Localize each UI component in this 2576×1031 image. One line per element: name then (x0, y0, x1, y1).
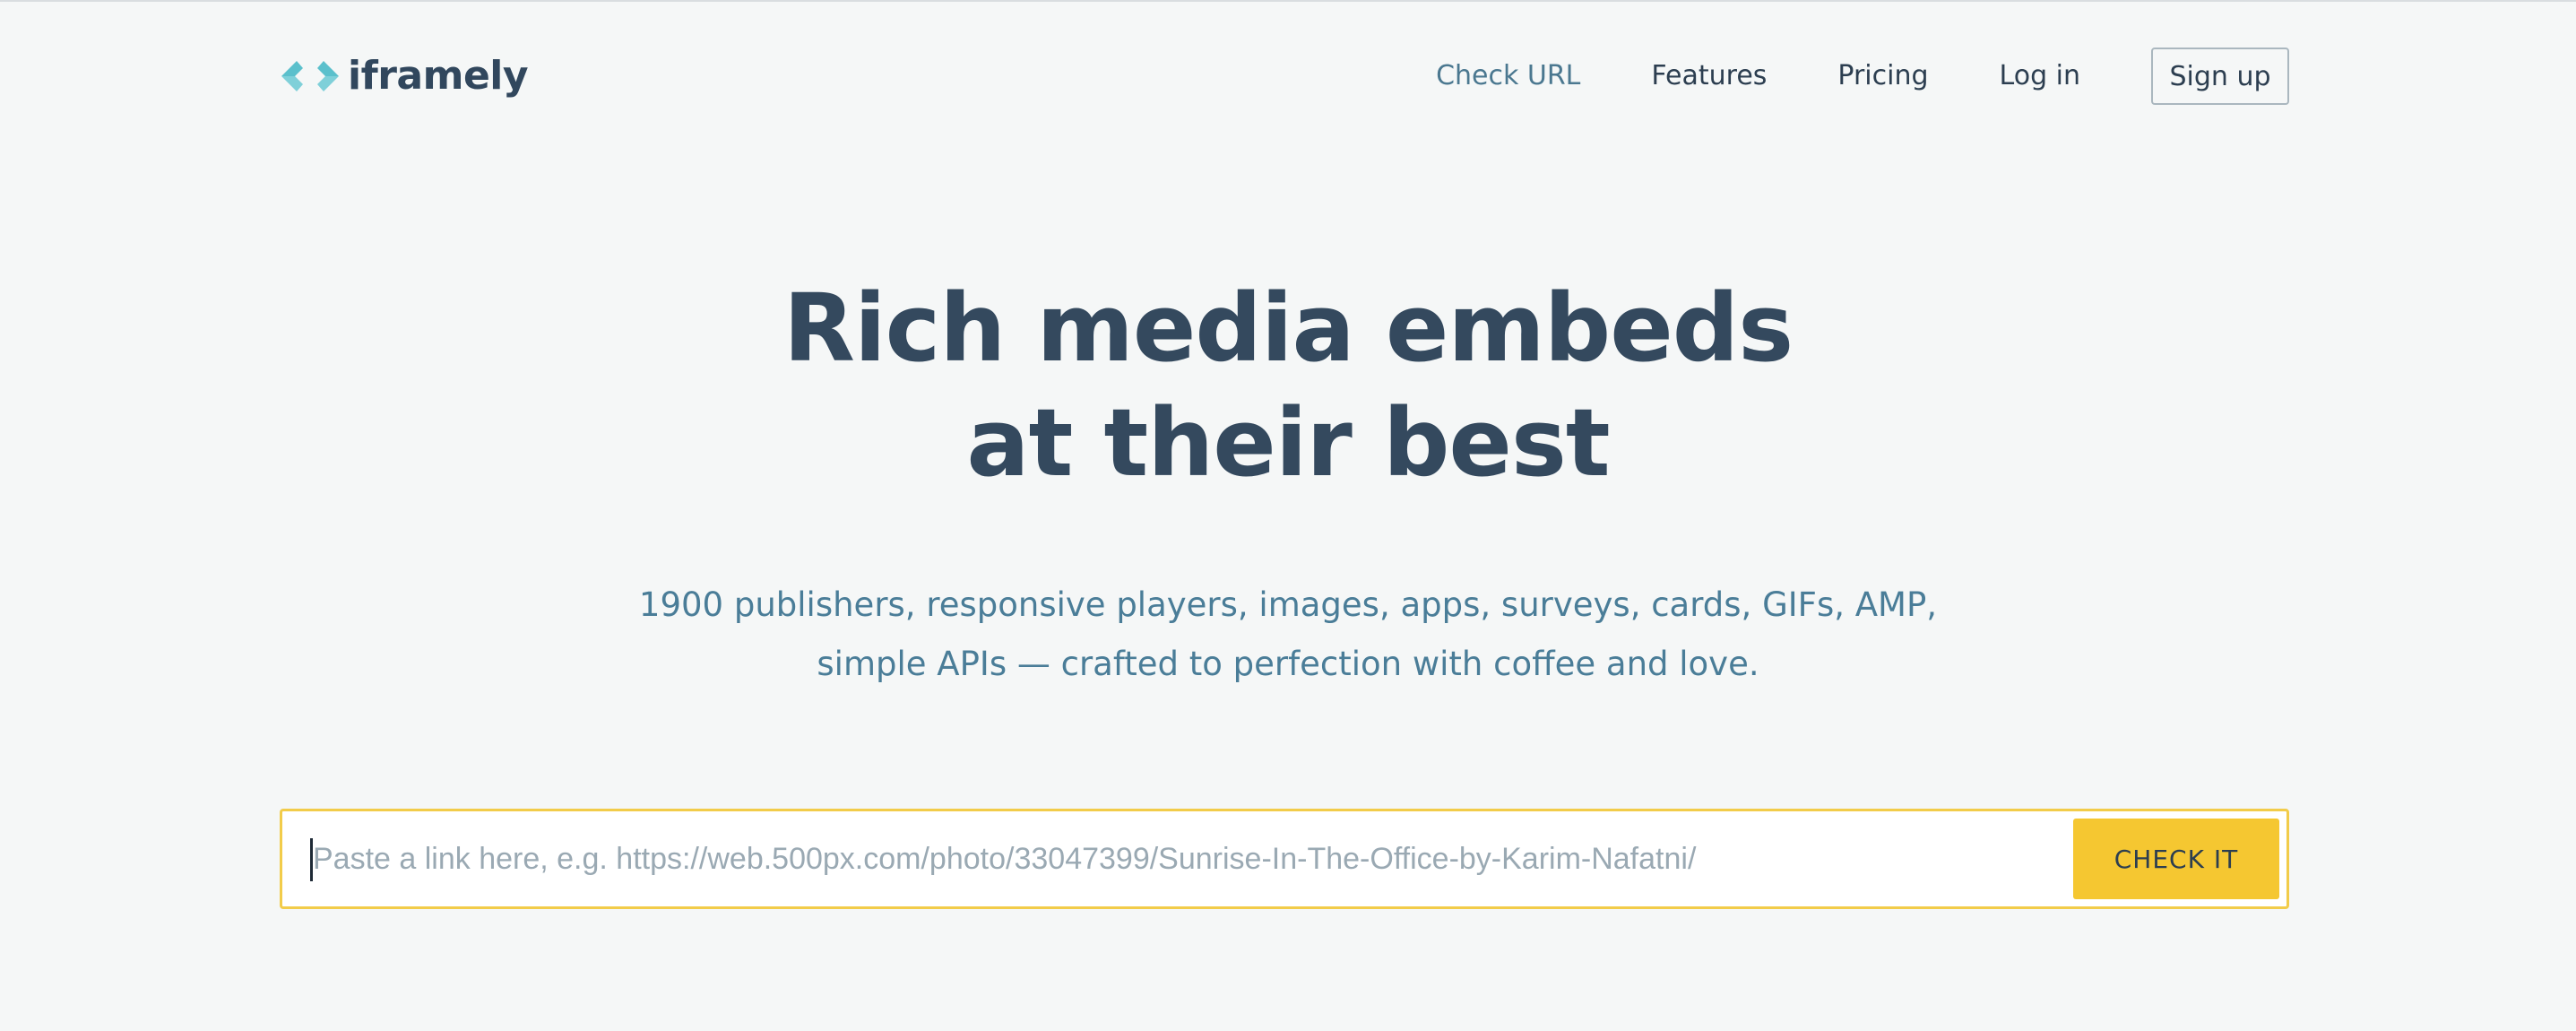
nav-log-in[interactable]: Log in (2000, 63, 2080, 90)
iframely-logo-icon (281, 61, 339, 91)
hero-subtitle-line-1: 1900 publishers, responsive players, ima… (638, 585, 1938, 624)
check-it-button[interactable]: CHECK IT (2073, 819, 2279, 899)
nav-features[interactable]: Features (1651, 63, 1767, 90)
url-input[interactable] (309, 811, 2102, 906)
nav-pricing[interactable]: Pricing (1837, 63, 1928, 90)
url-check-form: CHECK IT (280, 809, 2289, 909)
brand-name: iframely (348, 53, 529, 99)
hero-title: Rich media embeds at their best (0, 271, 2576, 500)
main-nav: Check URL Features Pricing Log in Sign u… (1436, 48, 2289, 105)
brand-logo-link[interactable]: iframely (280, 50, 529, 102)
hero-subtitle-line-2: simple APIs — crafted to perfection with… (817, 645, 1759, 683)
hero-subtitle: 1900 publishers, responsive players, ima… (0, 576, 2576, 694)
site-header: iframely Check URL Features Pricing Log … (280, 45, 2289, 108)
hero-title-line-1: Rich media embeds (782, 273, 1794, 383)
hero-title-line-2: at their best (966, 388, 1610, 498)
sign-up-button[interactable]: Sign up (2151, 48, 2289, 105)
text-cursor (310, 838, 313, 881)
nav-check-url[interactable]: Check URL (1436, 63, 1580, 90)
